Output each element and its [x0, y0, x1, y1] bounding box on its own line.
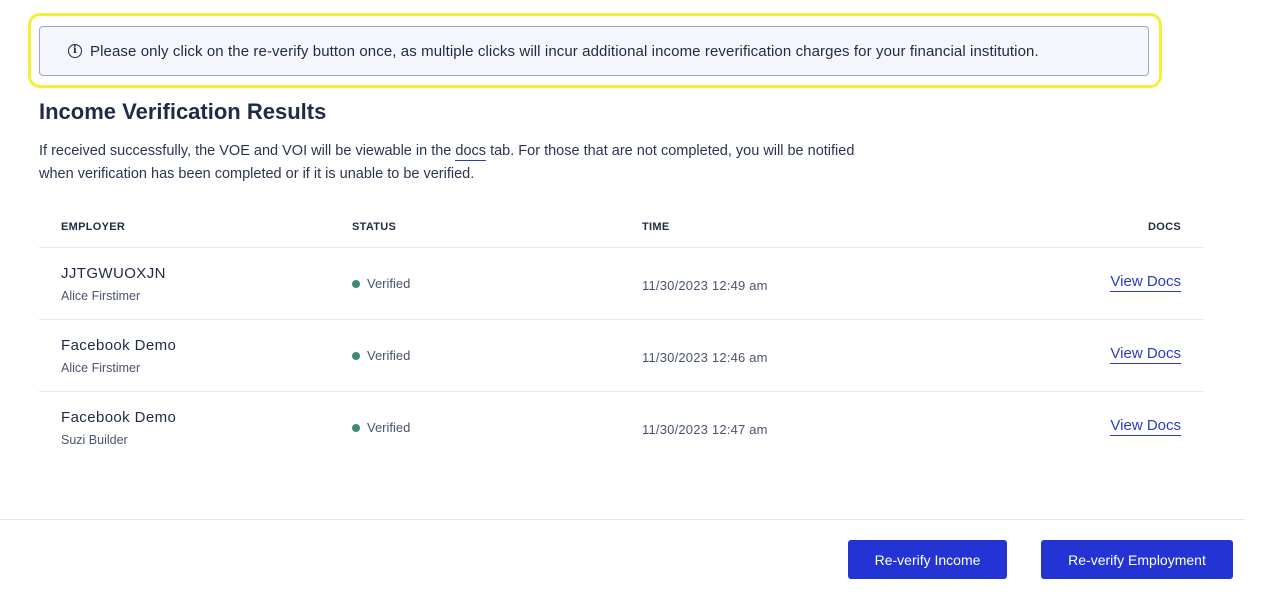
timestamp: 11/30/2023 12:49 am [642, 278, 768, 293]
notice-banner: i Please only click on the re-verify but… [39, 26, 1149, 76]
timestamp: 11/30/2023 12:47 am [642, 422, 768, 437]
status-dot-icon [352, 423, 360, 432]
reverify-employment-button[interactable]: Re-verify Employment [1041, 540, 1233, 579]
info-icon: i [68, 44, 82, 58]
status-dot-icon [352, 351, 360, 360]
verification-page: i Please only click on the re-verify but… [0, 0, 1262, 602]
status-badge: Verified [352, 348, 410, 363]
view-docs-link[interactable]: View Docs [1110, 273, 1181, 292]
reverify-income-button[interactable]: Re-verify Income [848, 540, 1007, 579]
status-label: Verified [367, 276, 411, 291]
table-row: Facebook Demo Alice Firstimer Verified 1… [39, 320, 1203, 392]
employer-name: Facebook Demo [61, 337, 177, 354]
employer-name: Facebook Demo [61, 409, 177, 426]
borrower-name: Alice Firstimer [61, 361, 141, 375]
status-label: Verified [367, 348, 411, 363]
notice-text: Please only click on the re-verify butto… [90, 42, 1039, 60]
employer-name: JJTGWUOXJN [61, 265, 166, 282]
status-label: Verified [367, 420, 411, 435]
borrower-name: Alice Firstimer [61, 289, 141, 303]
table-row: Facebook Demo Suzi Builder Verified 11/3… [39, 392, 1203, 464]
column-header-employer: EMPLOYER [61, 221, 126, 233]
column-header-status: STATUS [352, 221, 397, 233]
results-table: EMPLOYER STATUS TIME DOCS JJTGWUOXJN Ali… [39, 208, 1203, 464]
view-docs-link[interactable]: View Docs [1110, 345, 1181, 364]
table-header: EMPLOYER STATUS TIME DOCS [39, 208, 1203, 248]
table-row: JJTGWUOXJN Alice Firstimer Verified 11/3… [39, 248, 1203, 320]
timestamp: 11/30/2023 12:46 am [642, 350, 768, 365]
status-badge: Verified [352, 276, 410, 291]
borrower-name: Suzi Builder [61, 433, 128, 447]
page-description: If received successfully, the VOE and VO… [39, 140, 869, 186]
docs-tab-link[interactable]: docs [455, 143, 487, 161]
status-badge: Verified [352, 420, 410, 435]
column-header-docs: DOCS [1148, 221, 1181, 233]
status-dot-icon [352, 279, 360, 288]
footer-divider [0, 519, 1245, 520]
column-header-time: TIME [642, 221, 670, 233]
page-title: Income Verification Results [39, 99, 327, 124]
view-docs-link[interactable]: View Docs [1110, 417, 1181, 436]
description-text-start: If received successfully, the VOE and VO… [39, 143, 456, 159]
